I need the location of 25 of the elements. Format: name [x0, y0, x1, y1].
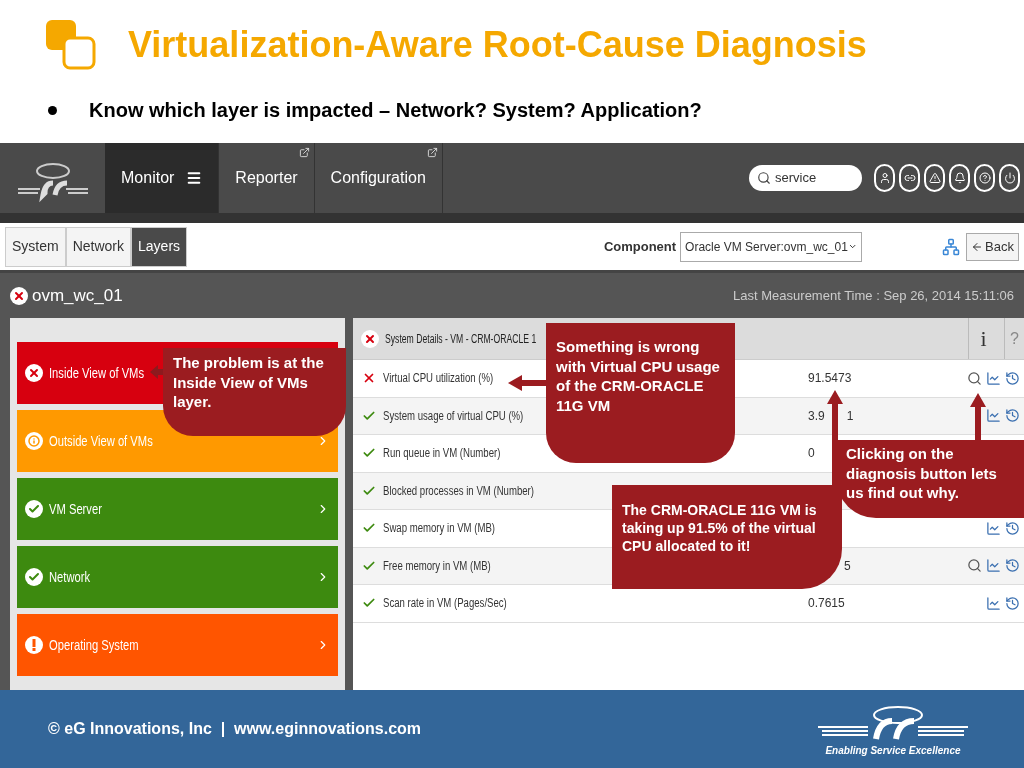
- bullet-text: Know which layer is impacted – Network? System? Application?: [89, 98, 702, 123]
- metric-name: Blocked processes in VM (Number): [383, 482, 534, 500]
- metric-name: Scan rate in VM (Pages/Sec): [383, 595, 507, 613]
- callout-tooltip: The problem is at the Inside View of VMs layer.: [163, 348, 346, 436]
- slide-title: Virtualization-Aware Root-Cause Diagnosis: [128, 23, 867, 67]
- metric-value: 0.7615: [808, 595, 845, 613]
- details-title: System Details - VM - CRM-ORACLE 1: [385, 330, 537, 348]
- metric-name: Swap memory in VM (MB): [383, 520, 495, 538]
- metric-name: System usage of virtual CPU (%): [383, 407, 524, 425]
- callout-tooltip: The CRM-ORACLE 11G VM is taking up 91.5% of the virtual CPU allocated to it!: [612, 485, 842, 589]
- callout-tooltip: Clicking on the diagnosis button lets us find out why.: [836, 440, 1024, 518]
- metric-value: 0: [808, 445, 815, 463]
- metric-value: 1: [846, 407, 854, 425]
- metric-name: Run queue in VM (Number): [383, 445, 501, 463]
- metric-value: 5: [843, 557, 851, 575]
- server-name: ovm_wc_01: [32, 284, 123, 307]
- metric-name: Free memory in VM (MB): [383, 557, 491, 575]
- metric-value: 3.9: [808, 407, 825, 425]
- callout-tooltip: Something is wrong with Virtual CPU usage of the CRM-ORACLE 11G VM: [546, 323, 735, 463]
- metric-value: 91.5473: [808, 370, 852, 388]
- component-label: Component: [603, 237, 677, 256]
- logo-tagline: Enabling Service Excellence: [825, 743, 961, 758]
- footer-text: © eG Innovations, Inc | www.eginnovations.com: [48, 719, 422, 739]
- metric-name: Virtual CPU utilization (%): [383, 370, 494, 388]
- last-measurement-time: Last Measurement Time : Sep 26, 2014 15:11:06: [733, 286, 1014, 305]
